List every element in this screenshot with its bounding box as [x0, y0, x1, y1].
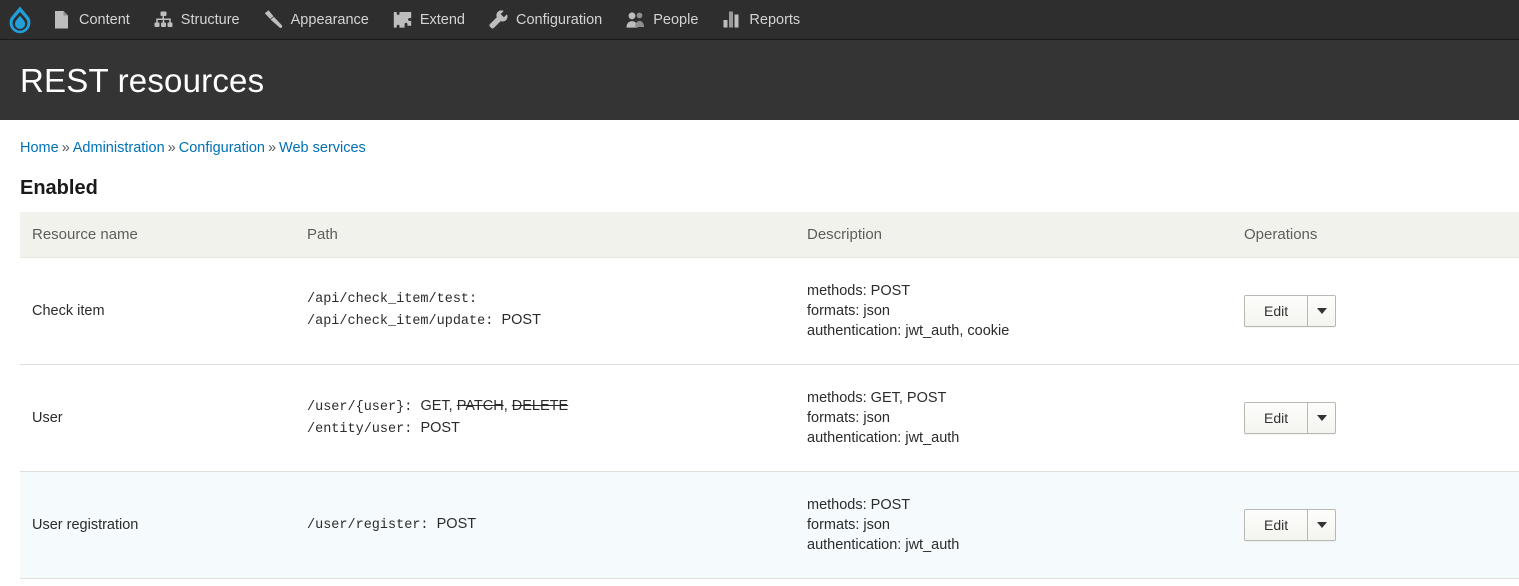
description-methods: methods: GET, POST [807, 390, 947, 407]
table-body: Check item /api/check_item/test: /api/ch… [20, 257, 1519, 580]
path-methods: POST [501, 312, 541, 329]
cell-resource-name: User registration [20, 471, 295, 580]
table-row: User registration /user/register: POST m… [20, 471, 1519, 580]
path-methods: POST [436, 516, 477, 533]
cell-description: methods: GET, POST formats: json authent… [795, 364, 1232, 473]
description-formats: formats: json [807, 410, 890, 427]
path-text: /user/register: [307, 518, 429, 534]
drupal-droplet-logo[interactable] [0, 0, 40, 40]
toolbar-item-reports[interactable]: Reports [710, 0, 812, 40]
edit-button[interactable]: Edit [1245, 403, 1308, 434]
edit-button[interactable]: Edit [1245, 510, 1308, 541]
page-title: REST resources [20, 61, 265, 99]
section-title-enabled: Enabled [20, 177, 98, 200]
dropbutton-toggle[interactable] [1307, 403, 1336, 434]
wrench-icon [489, 10, 508, 29]
description-authentication: authentication: jwt_auth [807, 430, 960, 447]
description-methods: methods: POST [807, 283, 911, 300]
dropbutton-toggle[interactable] [1307, 296, 1336, 327]
cell-operations: Edit [1232, 257, 1519, 366]
toolbar-menu: Content Structure Appearance Extend Conf… [40, 0, 812, 40]
breadcrumb-link-web-services[interactable]: Web services [279, 140, 366, 156]
breadcrumb-link-administration[interactable]: Administration [73, 140, 165, 156]
people-icon [626, 10, 645, 29]
toolbar-item-configuration[interactable]: Configuration [477, 0, 614, 40]
column-header-resource-name: Resource name [20, 212, 295, 259]
toolbar-item-label: People [653, 11, 699, 28]
breadcrumb-link-configuration[interactable]: Configuration [179, 140, 265, 156]
path-entry: /user/register: POST [307, 514, 785, 536]
puzzle-piece-icon [393, 10, 412, 29]
toolbar-item-label: Content [79, 11, 130, 28]
toolbar-item-extend[interactable]: Extend [381, 0, 477, 40]
path-text: /user/{user}: [307, 400, 413, 416]
toolbar-item-label: Appearance [290, 11, 369, 28]
bar-chart-icon [722, 10, 741, 29]
admin-toolbar: Content Structure Appearance Extend Conf… [0, 0, 1519, 40]
document-icon [52, 10, 71, 29]
description-formats: formats: json [807, 517, 890, 534]
toolbar-item-label: Structure [180, 11, 240, 28]
breadcrumb-separator: » [61, 140, 70, 156]
method-delete-disabled: DELETE [511, 398, 569, 415]
description-formats: formats: json [807, 303, 890, 320]
cell-operations: Edit [1232, 364, 1519, 473]
rest-resources-table: Resource name Path Description Operation… [20, 212, 1519, 580]
description-authentication: authentication: jwt_auth, cookie [807, 323, 1010, 340]
cell-description: methods: POST formats: json authenticati… [795, 257, 1232, 366]
toolbar-item-label: Configuration [516, 11, 603, 28]
path-entry: /entity/user: POST [307, 418, 785, 440]
cell-path: /api/check_item/test: /api/check_item/up… [295, 257, 795, 366]
cell-resource-name: Check item [20, 257, 295, 366]
description-authentication: authentication: jwt_auth [807, 537, 960, 554]
path-text: /entity/user: [307, 422, 413, 438]
cell-operations: Edit [1232, 471, 1519, 580]
path-entry: /api/check_item/update: POST [307, 310, 785, 332]
path-text: /api/check_item/update: [307, 314, 494, 330]
breadcrumb-separator: » [267, 140, 277, 156]
cell-path: /user/register: POST [295, 471, 795, 580]
path-text: /api/check_item/test: [307, 292, 478, 308]
chevron-down-icon [1316, 522, 1327, 529]
cell-path: /user/{user}: GET, PATCH, DELETE /entity… [295, 364, 795, 473]
description-methods: methods: POST [807, 497, 911, 514]
table-row: User /user/{user}: GET, PATCH, DELETE /e… [20, 364, 1519, 473]
table-header-row: Resource name Path Description Operation… [20, 212, 1519, 259]
toolbar-item-label: Extend [419, 11, 465, 28]
path-entry: /api/check_item/test: [307, 290, 785, 310]
table-header: Resource name Path Description Operation… [20, 212, 1519, 259]
toolbar-item-structure[interactable]: Structure [142, 0, 252, 40]
toolbar-item-people[interactable]: People [614, 0, 710, 40]
column-header-path: Path [295, 212, 795, 259]
dropbutton: Edit [1244, 295, 1337, 328]
method-patch-disabled: PATCH [456, 398, 504, 415]
table-row: Check item /api/check_item/test: /api/ch… [20, 257, 1519, 366]
hierarchy-icon [154, 10, 173, 29]
method-get: GET [420, 398, 449, 415]
path-methods: POST [420, 420, 460, 437]
paintbrush-icon [264, 10, 283, 29]
toolbar-item-appearance[interactable]: Appearance [252, 0, 381, 40]
toolbar-item-content[interactable]: Content [40, 0, 142, 40]
breadcrumb-separator: » [167, 140, 176, 156]
breadcrumb-link-home[interactable]: Home [20, 140, 59, 156]
path-methods: GET, PATCH, DELETE [420, 398, 569, 415]
dropbutton: Edit [1244, 509, 1337, 542]
edit-button[interactable]: Edit [1245, 296, 1308, 327]
cell-description: methods: POST formats: json authenticati… [795, 471, 1232, 580]
column-header-operations: Operations [1232, 212, 1519, 259]
dropbutton: Edit [1244, 402, 1337, 435]
dropbutton-toggle[interactable] [1307, 510, 1336, 541]
breadcrumb: Home» Administration» Configuration» Web se… [0, 120, 1519, 157]
column-header-description: Description [795, 212, 1232, 259]
cell-resource-name: User [20, 364, 295, 473]
chevron-down-icon [1316, 308, 1327, 315]
toolbar-item-label: Reports [749, 11, 801, 28]
page-header-band: REST resources [0, 40, 1519, 120]
chevron-down-icon [1316, 415, 1327, 422]
path-entry: /user/{user}: GET, PATCH, DELETE [307, 396, 785, 418]
